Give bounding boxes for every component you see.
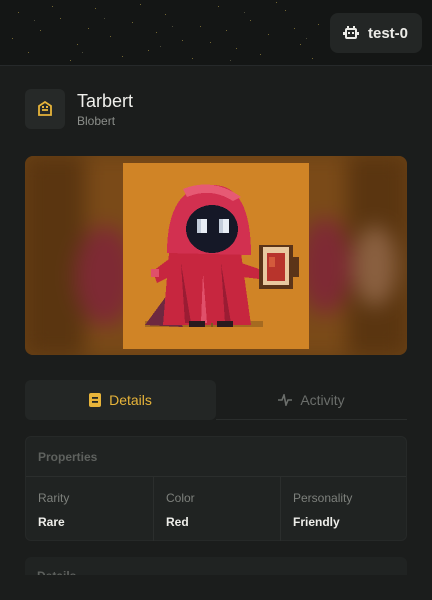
property-rarity: Rarity Rare	[26, 477, 153, 541]
property-key: Personality	[293, 491, 353, 505]
property-value: Rare	[38, 515, 65, 529]
tab-activity[interactable]: Activity	[216, 380, 407, 420]
top-bar: test-0	[0, 0, 432, 66]
tab-details[interactable]: Details	[25, 380, 216, 420]
property-value: Red	[166, 515, 189, 529]
property-color: Color Red	[153, 477, 280, 541]
pulse-icon	[278, 393, 293, 406]
details-card: Details	[25, 557, 407, 575]
properties-heading: Properties	[26, 437, 406, 477]
nft-title: Tarbert	[77, 91, 134, 111]
details-heading: Details	[25, 557, 407, 575]
robot-icon	[343, 26, 359, 39]
nft-header: Tarbert Blobert	[25, 89, 133, 129]
hooded-blob-character	[145, 184, 299, 327]
nft-image-stage	[25, 156, 407, 355]
account-label: test-0	[368, 24, 409, 42]
property-key: Rarity	[38, 491, 70, 505]
collection-name: Blobert	[77, 114, 116, 128]
property-personality: Personality Friendly	[280, 477, 406, 541]
tab-bar: Details Activity	[25, 380, 407, 420]
property-value: Friendly	[293, 515, 340, 529]
properties-card: Properties Rarity Rare Color Red Persona…	[25, 436, 407, 541]
card-icon	[89, 393, 102, 407]
nft-image	[123, 163, 309, 349]
tab-details-label: Details	[109, 392, 152, 408]
account-button[interactable]: test-0	[330, 13, 422, 53]
property-key: Color	[166, 491, 195, 505]
collection-badge	[25, 89, 65, 129]
tab-activity-label: Activity	[300, 391, 345, 408]
blobert-icon	[38, 101, 52, 116]
